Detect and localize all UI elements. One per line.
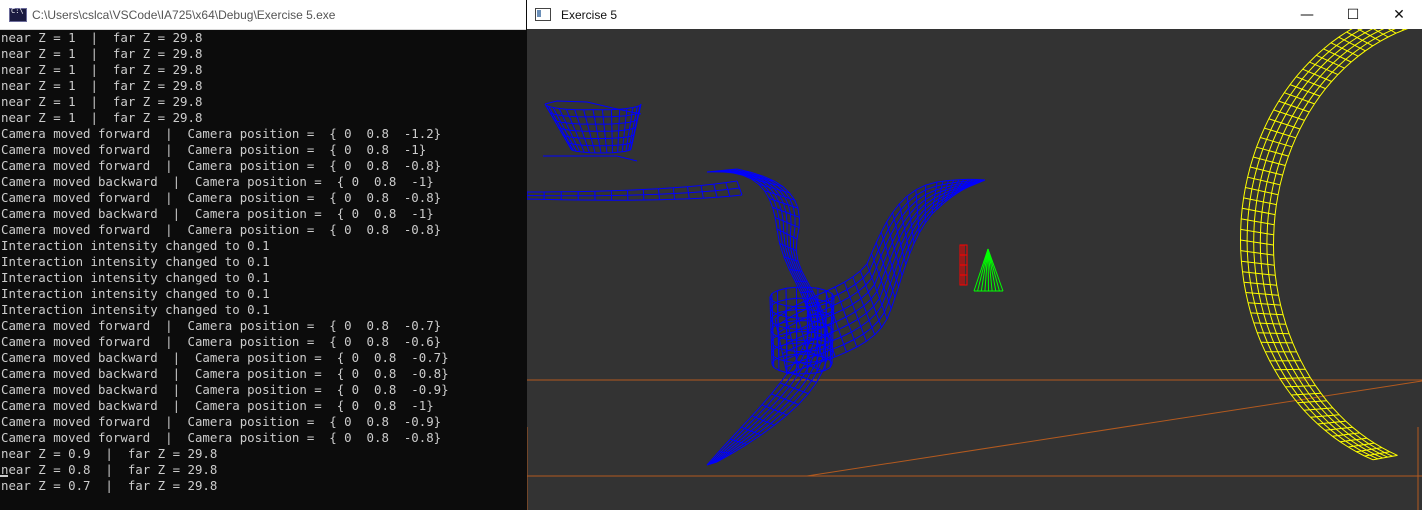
console-line: near Z = 0.9 | far Z = 29.8 [1,446,218,461]
window-app-icon [535,8,551,21]
minimize-button[interactable]: — [1284,0,1330,29]
console-title: C:\Users\cslca\VSCode\IA725\x64\Debug\Ex… [32,7,336,22]
console-line: near Z = 1 | far Z = 29.8 [1,46,203,61]
console-line: Interaction intensity changed to 0.1 [1,286,270,301]
graphics-title: Exercise 5 [561,7,618,22]
opengl-viewport[interactable] [527,29,1422,510]
console-line: near Z = 1 | far Z = 29.8 [1,78,203,93]
graphics-window: Exercise 5 — ☐ ✕ [527,0,1422,510]
console-line: Camera moved forward | Camera position =… [1,334,442,349]
close-button[interactable]: ✕ [1376,0,1422,29]
text-cursor [0,475,8,477]
console-window: C:\Users\cslca\VSCode\IA725\x64\Debug\Ex… [0,0,526,510]
console-line: Interaction intensity changed to 0.1 [1,302,270,317]
console-line: Camera moved forward | Camera position =… [1,414,442,429]
graphics-titlebar[interactable]: Exercise 5 — ☐ ✕ [527,0,1422,29]
console-line: Camera moved forward | Camera position =… [1,142,427,157]
console-line: Camera moved forward | Camera position =… [1,222,442,237]
console-line: near Z = 1 | far Z = 29.8 [1,94,203,109]
console-line: near Z = 1 | far Z = 29.8 [1,30,203,45]
console-line: Camera moved forward | Camera position =… [1,190,442,205]
console-line: Camera moved forward | Camera position =… [1,158,442,173]
console-line: Camera moved backward | Camera position … [1,174,434,189]
console-line: near Z = 0.8 | far Z = 29.8 [1,462,218,477]
console-line: Interaction intensity changed to 0.1 [1,254,270,269]
console-line: Camera moved forward | Camera position =… [1,318,442,333]
viewport-background [527,29,1422,510]
console-line: near Z = 0.7 | far Z = 29.8 [1,478,218,493]
console-line: Camera moved backward | Camera position … [1,366,449,381]
console-line: Camera moved forward | Camera position =… [1,430,442,445]
maximize-button[interactable]: ☐ [1330,0,1376,29]
console-output: near Z = 1 | far Z = 29.8 near Z = 1 | fa… [0,30,526,510]
console-line: near Z = 1 | far Z = 29.8 [1,110,203,125]
console-line: Camera moved backward | Camera position … [1,382,449,397]
console-app-icon [9,7,27,22]
console-titlebar[interactable]: C:\Users\cslca\VSCode\IA725\x64\Debug\Ex… [0,0,526,30]
console-line: Camera moved backward | Camera position … [1,398,434,413]
console-line: Camera moved forward | Camera position =… [1,126,442,141]
console-line: Interaction intensity changed to 0.1 [1,238,270,253]
console-line: Camera moved backward | Camera position … [1,350,449,365]
console-line: Interaction intensity changed to 0.1 [1,270,270,285]
window-controls: — ☐ ✕ [1284,0,1422,29]
console-line: near Z = 1 | far Z = 29.8 [1,62,203,77]
console-line: Camera moved backward | Camera position … [1,206,434,221]
